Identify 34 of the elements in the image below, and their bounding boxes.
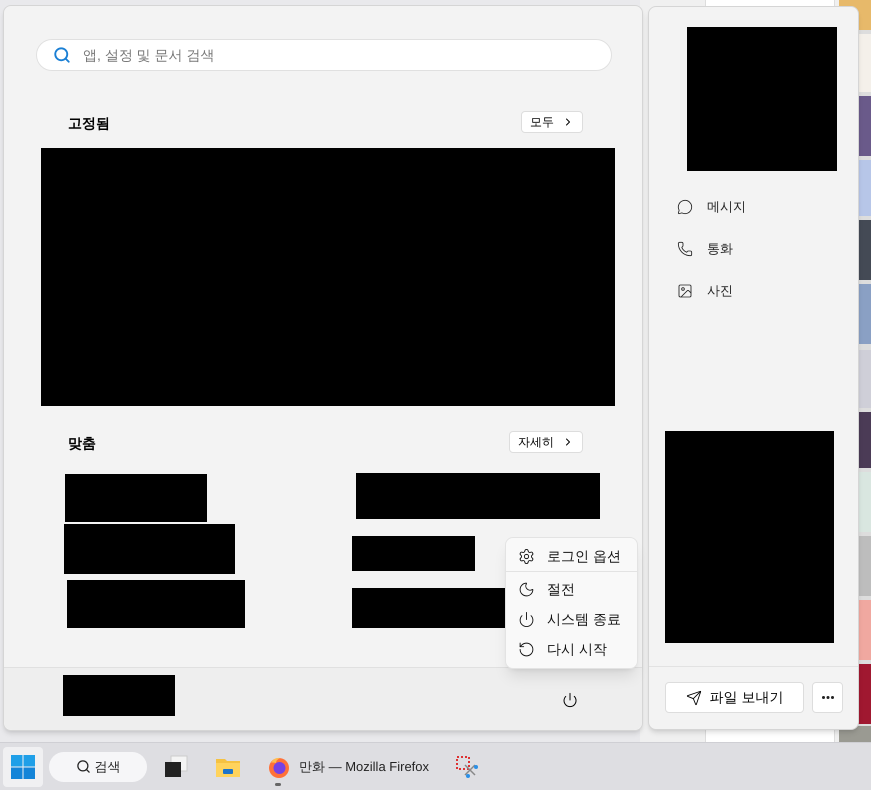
ellipsis-icon <box>822 696 834 699</box>
gear-icon <box>518 548 535 565</box>
image-icon <box>677 283 693 299</box>
windows-stack-icon <box>163 754 189 778</box>
chat-bubble-icon <box>677 199 693 215</box>
phone-icon <box>677 241 693 257</box>
phone-action[interactable]: 통화 <box>677 237 746 261</box>
search-field[interactable]: 앱, 설정 및 문서 검색 <box>36 39 612 71</box>
phone-action[interactable]: 메시지 <box>677 195 746 219</box>
windows-logo-icon <box>11 754 35 778</box>
more-options-button[interactable] <box>812 682 843 713</box>
phone-action[interactable]: 사진 <box>677 279 746 303</box>
section-title: 고정됨 <box>68 114 110 133</box>
power-icon <box>518 610 535 628</box>
section-title: 맞춤 <box>68 434 96 453</box>
running-indicator <box>275 782 281 786</box>
send-file-button[interactable]: 파일 보내기 <box>665 682 804 713</box>
power-icon <box>562 692 578 708</box>
power-menu-item[interactable]: 절전 <box>506 574 637 604</box>
search-icon <box>76 759 90 774</box>
taskbar-app[interactable]: 만화 — Mozilla Firefox <box>257 746 440 786</box>
search-icon <box>53 46 71 64</box>
power-menu-item[interactable]: 다시 시작 <box>506 634 637 664</box>
taskbar-search[interactable]: 검색 <box>49 752 147 782</box>
all-apps-button[interactable]: 모두 <box>521 111 583 133</box>
send-icon <box>686 690 702 706</box>
moon-icon <box>518 580 535 598</box>
more-button[interactable]: 자세히 <box>509 431 583 453</box>
power-menu-item[interactable]: 로그인 옵션 <box>506 542 637 572</box>
search-input[interactable]: 앱, 설정 및 문서 검색 <box>83 44 595 66</box>
start-button[interactable] <box>3 746 43 786</box>
scissors-crop-icon <box>455 754 480 778</box>
power-menu-item[interactable]: 시스템 종료 <box>506 604 637 634</box>
restart-icon <box>518 640 535 658</box>
